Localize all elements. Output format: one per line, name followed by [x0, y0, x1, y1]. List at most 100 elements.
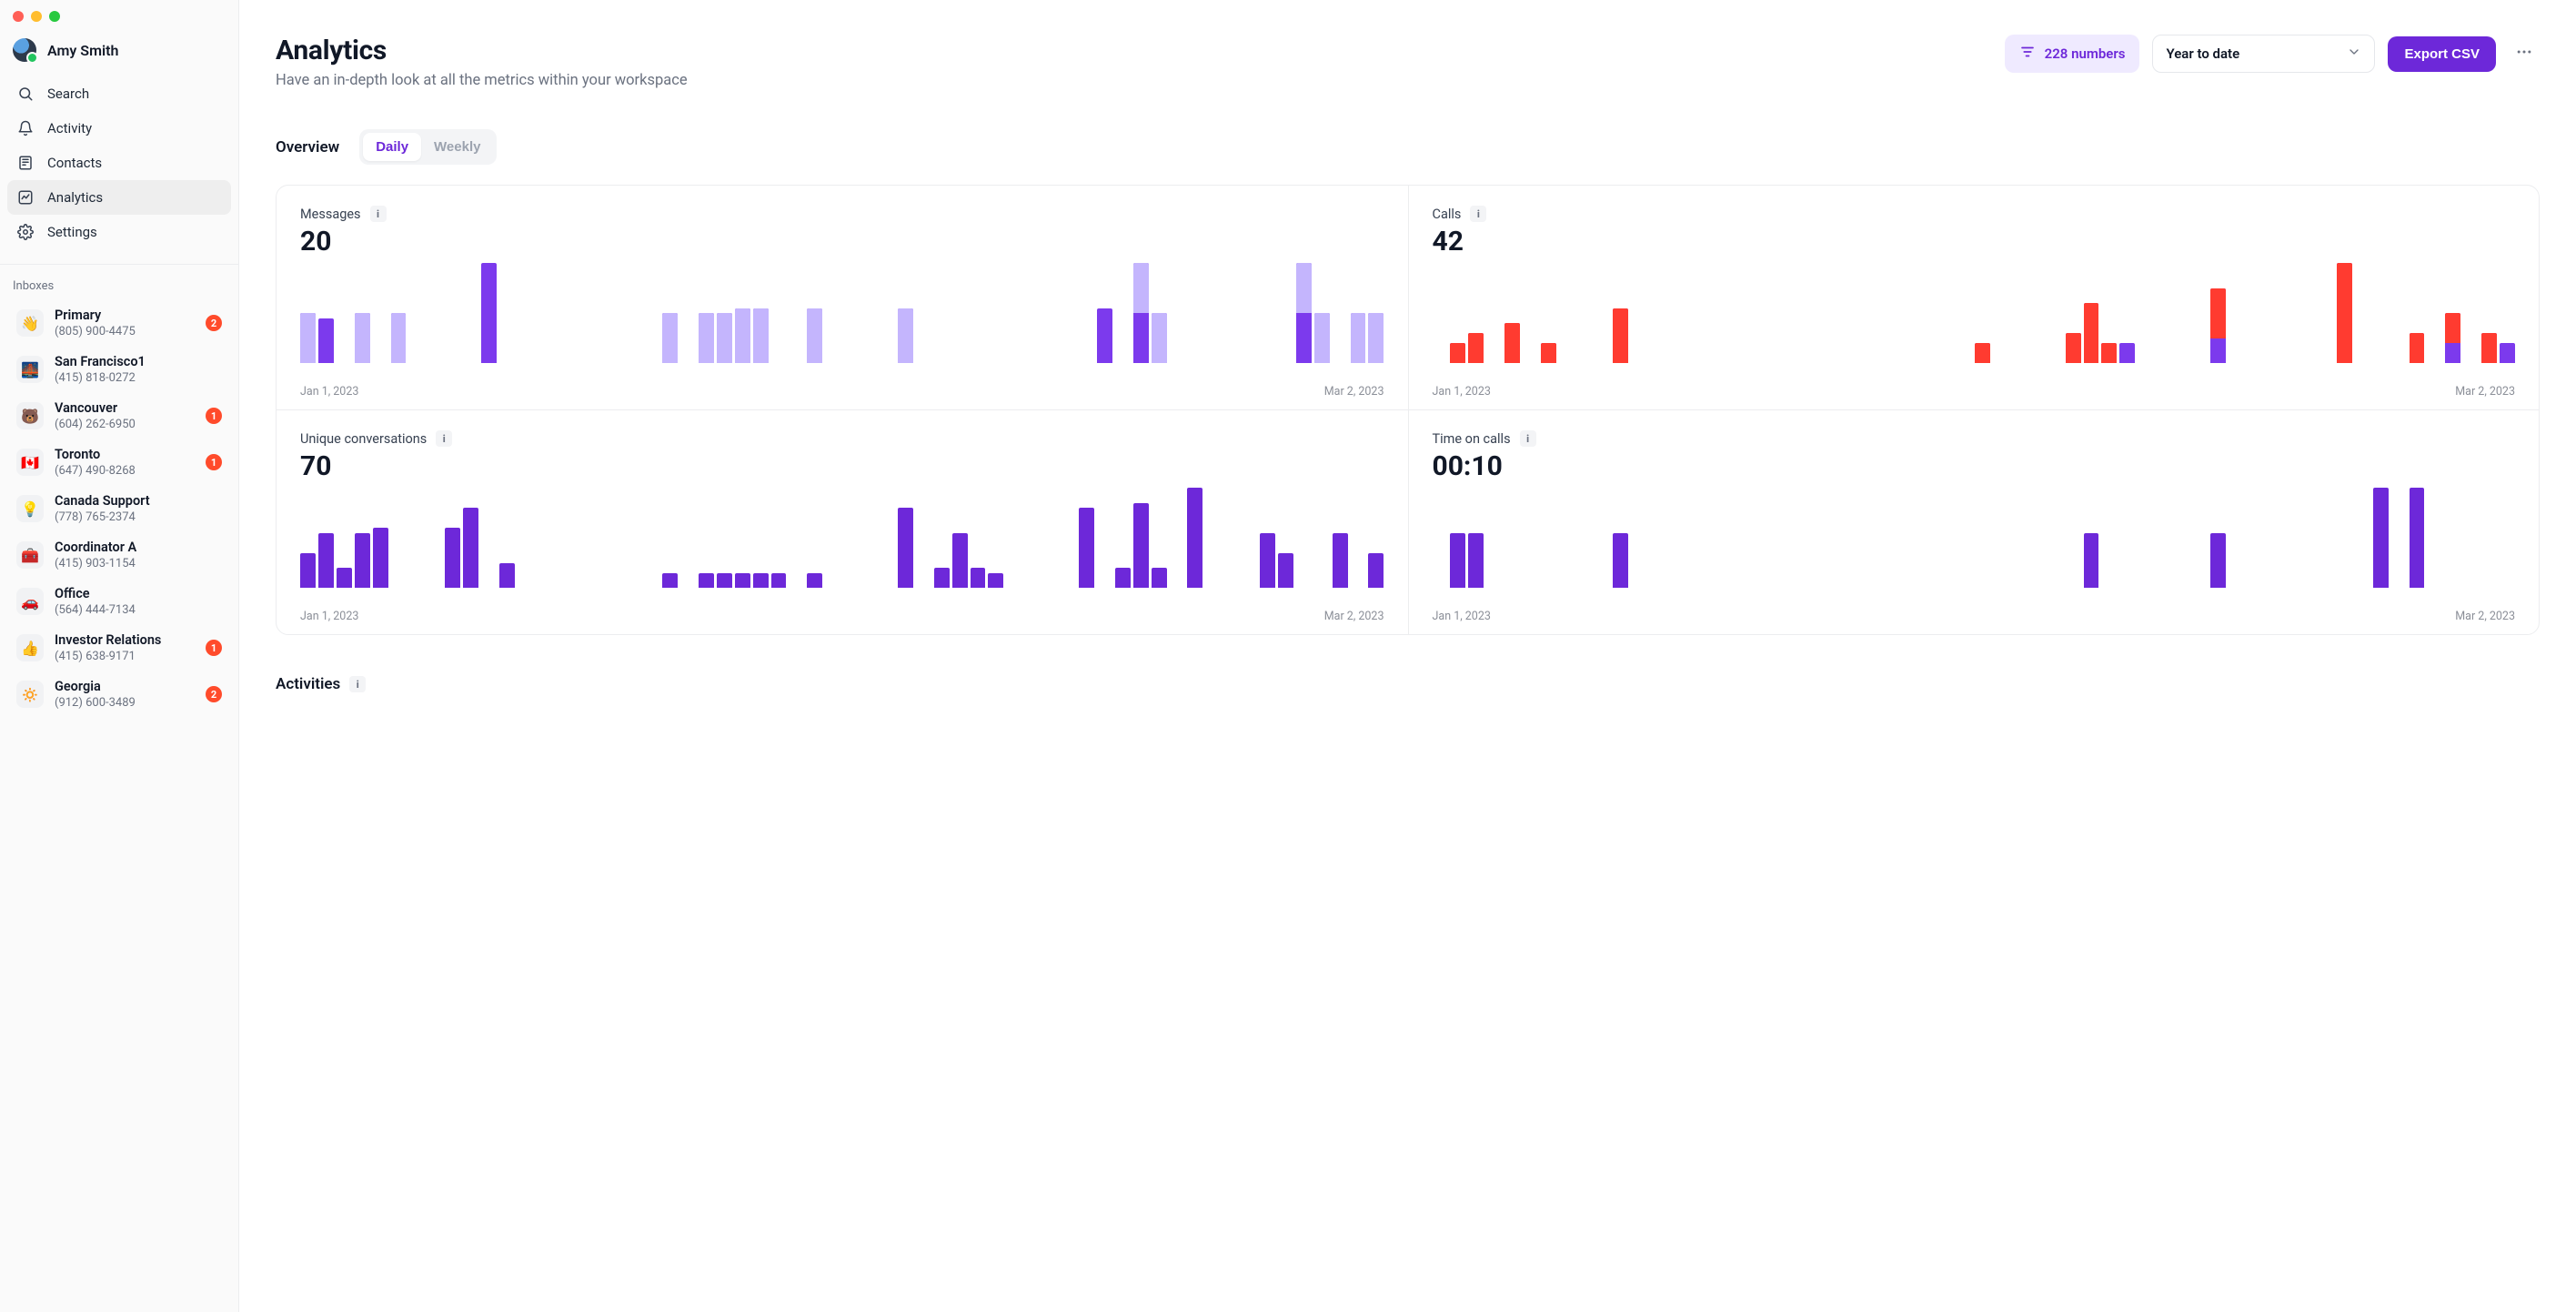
- inbox-phone: (415) 638-9171: [55, 650, 195, 664]
- inbox-emoji-icon: 👍: [16, 634, 44, 661]
- inbox-item[interactable]: 💡Canada Support(778) 765-2374: [9, 486, 229, 532]
- tabs-row: Overview Daily Weekly: [276, 129, 2540, 165]
- nav-item-contacts[interactable]: Contacts: [7, 146, 231, 180]
- header-actions: 228 numbers Year to date Export CSV: [2005, 35, 2540, 73]
- nav-label: Search: [47, 86, 89, 102]
- chart-panel-time_on_calls: Time on callsi00:10Jan 1, 2023Mar 2, 202…: [1408, 409, 2540, 634]
- title-block: Analytics Have an in-depth look at all t…: [276, 35, 688, 89]
- inbox-emoji-icon: 🚗: [16, 588, 44, 615]
- inbox-meta: San Francisco1(415) 818-0272: [55, 354, 222, 386]
- more-icon: [2515, 43, 2533, 65]
- nav-item-search[interactable]: Search: [7, 76, 231, 111]
- filter-icon: [2019, 44, 2036, 64]
- inbox-item[interactable]: 🐻Vancouver(604) 262-69501: [9, 393, 229, 439]
- inbox-item[interactable]: 🧰Coordinator A(415) 903-1154: [9, 532, 229, 579]
- more-options-button[interactable]: [2509, 38, 2540, 69]
- inbox-name: Georgia: [55, 679, 195, 694]
- inbox-name: Coordinator A: [55, 540, 222, 555]
- info-icon[interactable]: i: [1470, 206, 1486, 222]
- chart-value: 70: [300, 450, 1384, 482]
- inbox-phone: (604) 262-6950: [55, 418, 195, 432]
- tab-daily[interactable]: Daily: [363, 133, 421, 161]
- inbox-item[interactable]: 🔅Georgia(912) 600-34892: [9, 671, 229, 718]
- inbox-emoji-icon: 🐻: [16, 402, 44, 429]
- maximize-window-icon[interactable]: [49, 11, 60, 22]
- chart-value: 42: [1433, 226, 2516, 257]
- inbox-item[interactable]: 🚗 Office (564) 444-7134: [9, 579, 229, 625]
- nav-label: Settings: [47, 224, 97, 240]
- page-header: Analytics Have an in-depth look at all t…: [276, 35, 2540, 89]
- filter-label: 228 numbers: [2045, 45, 2126, 62]
- nav-label: Contacts: [47, 155, 102, 171]
- inbox-item[interactable]: 🌉 San Francisco1(415) 818-0272: [9, 347, 229, 393]
- unread-badge: 1: [206, 408, 222, 424]
- axis-start: Jan 1, 2023: [1433, 610, 1491, 623]
- nav-item-settings[interactable]: Settings: [7, 215, 231, 249]
- inbox-item[interactable]: 👍 Investor Relations (415) 638-9171 1: [9, 625, 229, 671]
- inbox-meta: Investor Relations (415) 638-9171: [55, 632, 195, 664]
- nav-item-analytics[interactable]: Analytics: [7, 180, 231, 215]
- inbox-item[interactable]: 👋 Primary (805) 900-4475 2: [9, 300, 229, 347]
- export-csv-button[interactable]: Export CSV: [2388, 36, 2496, 72]
- profile-block[interactable]: Amy Smith: [0, 31, 238, 76]
- filter-numbers-button[interactable]: 228 numbers: [2005, 35, 2140, 73]
- chart-axis: Jan 1, 2023 Mar 2, 2023: [1433, 385, 2516, 399]
- charts-card: Messagesi20Jan 1, 2023Mar 2, 2023Callsi4…: [276, 185, 2540, 635]
- inbox-name: Investor Relations: [55, 632, 195, 648]
- page-title: Analytics: [276, 35, 688, 66]
- divider: [0, 264, 238, 265]
- axis-end: Mar 2, 2023: [2455, 385, 2515, 399]
- inbox-item[interactable]: 🇨🇦Toronto(647) 490-82681: [9, 439, 229, 486]
- info-icon[interactable]: i: [370, 206, 387, 222]
- inbox-emoji-icon: 🇨🇦: [16, 449, 44, 476]
- inbox-meta: Office (564) 444-7134: [55, 586, 222, 618]
- chart-axis: Jan 1, 2023Mar 2, 2023: [1433, 610, 2516, 623]
- chart-value: 00:10: [1433, 450, 2516, 482]
- info-icon[interactable]: i: [349, 676, 366, 692]
- axis-end: Mar 2, 2023: [1324, 385, 1384, 399]
- inbox-name: Canada Support: [55, 493, 222, 509]
- inbox-meta: Coordinator A(415) 903-1154: [55, 540, 222, 571]
- analytics-icon: [16, 188, 35, 207]
- axis-start: Jan 1, 2023: [300, 610, 358, 623]
- chart-bars: [1433, 263, 2516, 379]
- inbox-name: Primary: [55, 308, 195, 323]
- chart-title: Unique conversations: [300, 431, 427, 447]
- date-range-select[interactable]: Year to date: [2152, 35, 2375, 73]
- inbox-name: Office: [55, 586, 222, 601]
- main-content: Analytics Have an in-depth look at all t…: [239, 0, 2576, 1312]
- unread-badge: 1: [206, 454, 222, 470]
- activities-header: Activities i: [276, 675, 2540, 693]
- chevron-down-icon: [2347, 45, 2361, 63]
- nav-item-activity[interactable]: Activity: [7, 111, 231, 146]
- unread-badge: 2: [206, 686, 222, 702]
- unread-badge: 1: [206, 640, 222, 656]
- avatar: [13, 38, 36, 62]
- inbox-meta: Primary (805) 900-4475: [55, 308, 195, 339]
- inboxes-section-title: Inboxes: [0, 274, 238, 300]
- info-icon[interactable]: i: [436, 430, 452, 447]
- chart-panel-calls: Callsi42Jan 1, 2023Mar 2, 2023: [1408, 186, 2540, 409]
- chart-panel-unique_conversations: Unique conversationsi70Jan 1, 2023Mar 2,…: [277, 409, 1408, 634]
- inbox-meta: Canada Support(778) 765-2374: [55, 493, 222, 525]
- inboxes-list: 👋Primary(805) 900-44752🌉San Francisco1(4…: [0, 300, 238, 736]
- minimize-window-icon[interactable]: [31, 11, 42, 22]
- bell-icon: [16, 119, 35, 137]
- chart-panel-messages: Messagesi20Jan 1, 2023Mar 2, 2023: [277, 186, 1408, 409]
- nav-label: Analytics: [47, 189, 103, 206]
- axis-start: Jan 1, 2023: [1433, 385, 1491, 399]
- inbox-phone: (805) 900-4475: [55, 325, 195, 339]
- profile-name: Amy Smith: [47, 42, 118, 59]
- search-icon: [16, 85, 35, 103]
- info-icon[interactable]: i: [1520, 430, 1536, 447]
- page-subtitle: Have an in-depth look at all the metrics…: [276, 72, 688, 89]
- close-window-icon[interactable]: [13, 11, 24, 22]
- inbox-emoji-icon: 👋: [16, 309, 44, 337]
- unread-badge: 2: [206, 315, 222, 331]
- inbox-phone: (564) 444-7134: [55, 603, 222, 618]
- inbox-emoji-icon: 🌉: [16, 356, 44, 383]
- chart-bars: [1433, 488, 2516, 604]
- tab-weekly[interactable]: Weekly: [421, 133, 493, 161]
- nav-label: Activity: [47, 120, 92, 136]
- inbox-name: San Francisco1: [55, 354, 222, 369]
